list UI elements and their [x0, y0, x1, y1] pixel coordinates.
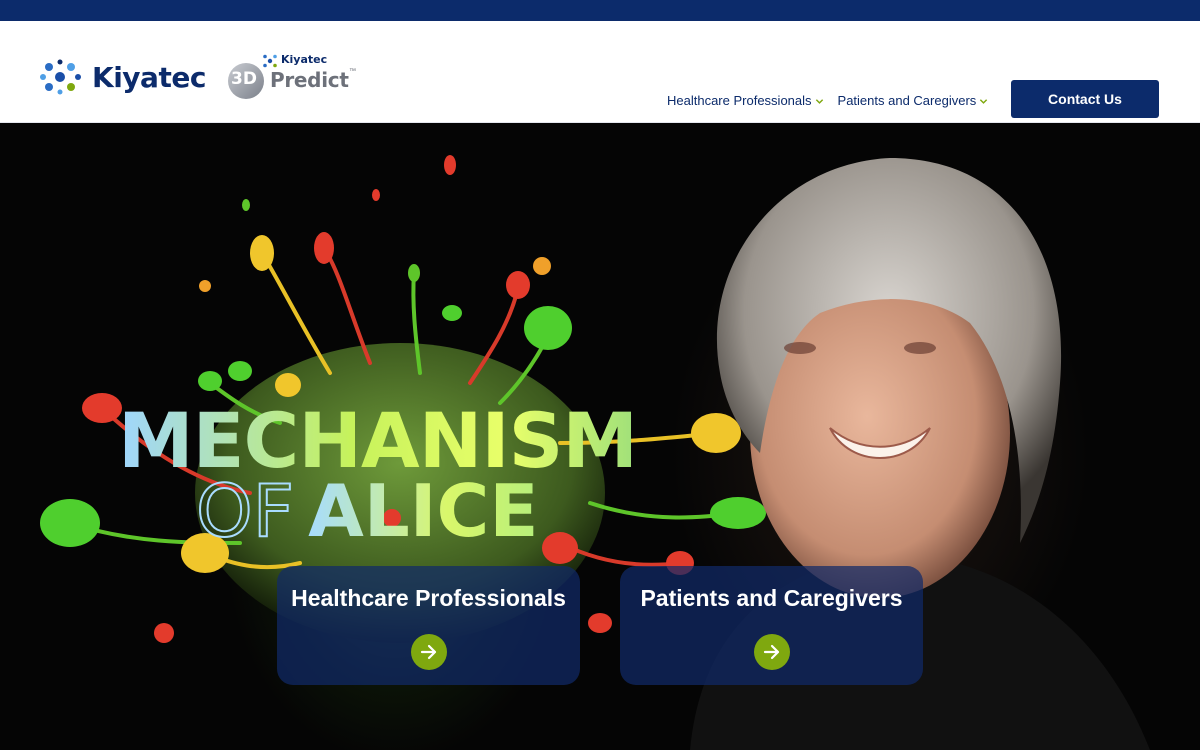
chevron-down-icon	[980, 98, 988, 104]
site-header: Kiyatec Kiyatec 3D Predict ™ Healthcare …	[0, 21, 1200, 123]
product-name: Predict	[270, 68, 349, 92]
3d-predict-logo-link[interactable]: Kiyatec 3D Predict ™	[228, 51, 358, 101]
sub-brand-label: Kiyatec	[281, 53, 328, 66]
chevron-down-icon	[815, 98, 823, 104]
nav-item-label: Patients and Caregivers	[837, 93, 977, 108]
contact-us-button[interactable]: Contact Us	[1011, 80, 1159, 118]
kiyatec-logo-icon	[40, 59, 81, 95]
arrow-right-icon[interactable]	[753, 634, 790, 670]
3d-badge-label: 3D	[231, 69, 257, 89]
hero-title-of: OF	[195, 469, 295, 553]
top-accent-bar	[0, 0, 1200, 21]
main-nav: Healthcare Professionals Patients and Ca…	[667, 93, 1002, 108]
hero-banner: MECHANISM OF ALICE Healthcare Professiona…	[0, 123, 1200, 750]
3d-badge: 3D	[228, 63, 264, 99]
nav-item-label: Healthcare Professionals	[667, 93, 812, 108]
nav-item-patients-and-caregivers[interactable]: Patients and Caregivers	[838, 93, 989, 108]
kiyatec-logo-link[interactable]: Kiyatec	[40, 57, 206, 97]
nav-item-healthcare-professionals[interactable]: Healthcare Professionals	[667, 93, 824, 108]
card-title: Patients and Caregivers	[640, 585, 903, 611]
arrow-right-icon[interactable]	[410, 634, 447, 670]
patients-and-caregivers-card[interactable]: Patients and Caregivers	[620, 566, 923, 685]
kiyatec-logo-text: Kiyatec	[92, 60, 206, 94]
hero-title-mechanism: MECHANISM	[118, 396, 638, 485]
trademark-symbol: ™	[349, 68, 356, 75]
kiyatec-small-logo-icon	[263, 54, 277, 68]
hero-title-alice: ALICE	[308, 469, 539, 553]
card-title: Healthcare Professionals	[291, 585, 566, 611]
hero-title-of-alice: OF ALICE	[195, 474, 539, 548]
healthcare-professionals-card[interactable]: Healthcare Professionals	[277, 566, 580, 685]
